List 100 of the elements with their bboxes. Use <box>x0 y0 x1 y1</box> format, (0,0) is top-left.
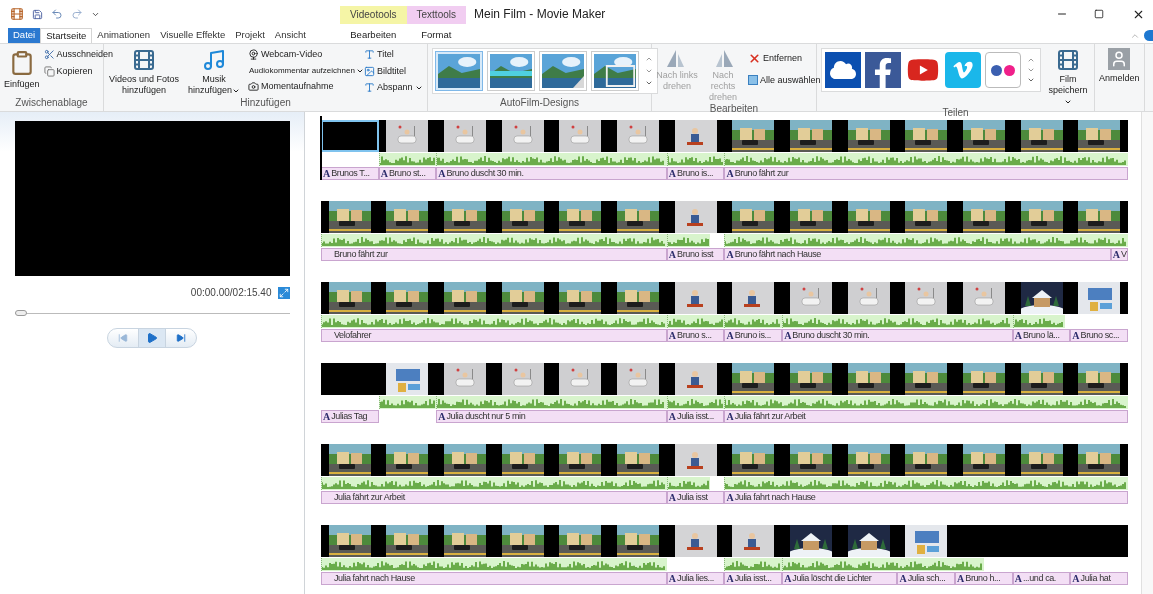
scroll-down-icon[interactable] <box>1027 66 1035 74</box>
group-label: Hinzufügen <box>239 97 292 110</box>
film-frame[interactable] <box>321 120 379 152</box>
seek-slider[interactable] <box>14 310 290 316</box>
caption-clip[interactable]: A Bruno duscht 30 min. <box>782 329 1013 342</box>
save-icon[interactable] <box>32 8 43 20</box>
copy-icon <box>43 65 55 77</box>
caption-clip[interactable]: AJulia isst... <box>724 572 783 585</box>
select-all-button[interactable]: Alle auswählen <box>748 73 821 87</box>
caption-text: Bruno lä... <box>1022 331 1060 340</box>
caption-clip[interactable]: AJulia löscht die Lichter <box>782 572 898 585</box>
theme-thumbnail[interactable] <box>487 51 535 91</box>
caption-clip[interactable]: A...und ca. <box>1012 572 1071 585</box>
caption-clip[interactable]: ABruno is... <box>666 167 725 180</box>
slider-thumb[interactable] <box>14 310 27 316</box>
caption-clip[interactable]: Velofahrer <box>321 329 667 342</box>
theme-thumbnail[interactable] <box>435 51 483 91</box>
caption-clip[interactable]: Julia fahrt nach Hause <box>321 572 667 585</box>
remove-button[interactable]: Entfernen <box>748 52 821 66</box>
film-frame[interactable] <box>1070 363 1128 395</box>
caption-clip[interactable]: AJulia fährt zur Arbeit <box>724 410 1128 423</box>
text-marker: A <box>1014 330 1022 341</box>
text-marker: A <box>726 249 734 260</box>
caption-clip[interactable]: A Bruno duscht 30 min. <box>436 167 667 180</box>
caption-clip[interactable]: ABruno isst <box>666 248 725 261</box>
film-frame[interactable] <box>378 120 437 152</box>
caption-clip[interactable]: Julia fährt zur Arbeit <box>321 491 667 504</box>
ribbon-tab[interactable]: Ansicht <box>269 28 311 43</box>
text-marker: A <box>784 573 792 584</box>
restore-icon[interactable] <box>1094 9 1104 19</box>
snapshot-button[interactable]: Momentaufnahme <box>248 79 360 93</box>
text-marker: A <box>668 168 677 179</box>
film-frame[interactable] <box>1070 120 1128 152</box>
film-frame[interactable] <box>321 201 379 233</box>
text-marker: A <box>668 411 677 422</box>
ribbon-tab[interactable]: Format <box>406 28 466 43</box>
help-icon[interactable] <box>1144 30 1153 41</box>
ribbon-tab[interactable]: Animationen <box>92 28 156 43</box>
ribbon-tab[interactable]: Visuelle Effekte <box>155 28 231 43</box>
add-music-button[interactable]: Musik hinzufügen <box>184 48 244 96</box>
scroll-up-icon[interactable] <box>645 55 653 63</box>
theme-thumbnail[interactable] <box>591 51 639 91</box>
group-label: AutoFilm-Designs <box>499 97 580 110</box>
ribbon-tab[interactable]: Projekt <box>230 28 270 43</box>
sign-in-button[interactable]: Anmelden <box>1099 48 1140 86</box>
fullscreen-icon[interactable] <box>277 286 290 299</box>
caption-clip[interactable]: ABruno lä... <box>1012 329 1071 342</box>
group-label: Bearbeiten <box>708 103 760 115</box>
caption-text: Julias Tag <box>331 412 368 421</box>
ribbon-tab[interactable]: Datei <box>8 28 41 43</box>
app-icon[interactable] <box>10 7 24 21</box>
save-movie-button[interactable]: Film speichern <box>1045 48 1091 107</box>
caption-clip[interactable]: A Bruno sc... <box>1070 329 1128 342</box>
film-frame[interactable] <box>1070 201 1128 233</box>
paste-button[interactable]: Einfügen <box>4 48 40 92</box>
caption-clip[interactable]: A Julia duscht nur 5 min <box>436 410 667 423</box>
film-frame[interactable] <box>321 444 379 476</box>
narration-button[interactable]: Audiokommentar aufzeichnen <box>248 64 360 77</box>
caption-clip[interactable]: ABruno is... <box>724 329 783 342</box>
credits-button[interactable]: Abspann <box>364 81 423 95</box>
caption-clip[interactable]: AJulia isst <box>666 491 725 504</box>
caption-clip[interactable]: ABruno fährt nach Hause <box>724 248 1111 261</box>
facebook-icon[interactable] <box>865 52 901 88</box>
scrollbar[interactable] <box>1141 112 1153 594</box>
more-icon[interactable] <box>645 79 653 87</box>
ribbon-tab[interactable]: Startseite <box>40 28 93 43</box>
caption-clip[interactable]: AJulia lies... <box>666 572 725 585</box>
film-frame[interactable] <box>1070 282 1128 314</box>
play-button[interactable] <box>138 329 166 347</box>
scroll-up-icon[interactable] <box>1027 56 1035 64</box>
caption-text: Julia fahrt nach Hause <box>734 493 816 502</box>
caption-clip[interactable]: A Bruno h... <box>955 572 1013 585</box>
undo-icon[interactable] <box>51 8 63 20</box>
caption-clip[interactable]: ABruno st... <box>378 167 437 180</box>
more-icon[interactable] <box>1027 76 1035 84</box>
scroll-down-icon[interactable] <box>645 67 653 75</box>
caption-text: Velofahrer <box>334 331 372 340</box>
text-marker: A <box>438 168 446 179</box>
caption-clip[interactable]: ABruno fährt zur <box>724 167 1128 180</box>
caption-clip[interactable]: Bruno fährt zur <box>321 248 667 261</box>
cut-button[interactable]: Ausschneiden <box>43 48 114 62</box>
flickr-icon[interactable] <box>985 52 1021 88</box>
film-frame[interactable] <box>1070 444 1128 476</box>
theme-thumbnail[interactable] <box>539 51 587 91</box>
caption-button[interactable]: Bildtitel <box>364 64 423 78</box>
caption-clip[interactable]: AJulias Tag <box>321 410 379 423</box>
caption-clip[interactable]: AJulia fahrt nach Hause <box>724 491 1128 504</box>
cloud-icon[interactable] <box>825 52 861 88</box>
caption-clip[interactable]: A Julia hat <box>1070 572 1128 585</box>
caption-clip[interactable]: AJulia sch... <box>897 572 956 585</box>
film-frame[interactable] <box>321 525 379 557</box>
caption-clip[interactable]: A Brunos T... <box>321 167 379 180</box>
caption-clip[interactable]: ABruno s... <box>666 329 725 342</box>
film-frame[interactable] <box>321 282 379 314</box>
title-button[interactable]: Titel <box>364 48 423 62</box>
text-marker: A <box>438 411 446 422</box>
text-marker: A <box>726 330 734 341</box>
webcam-button[interactable]: Webcam-Video <box>248 48 360 62</box>
caption-clip[interactable]: AJulia isst... <box>666 410 725 423</box>
ribbon-tab[interactable]: Bearbeiten <box>340 28 407 43</box>
